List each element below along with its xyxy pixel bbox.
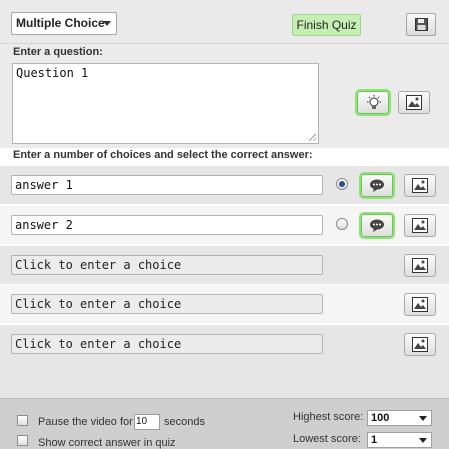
choice-row: Click to enter a choice [0,325,449,398]
lowest-score-label: Lowest score: [293,433,361,445]
speech-bubble-icon [370,179,384,192]
choice-image-button[interactable] [404,293,436,316]
highest-score-value: 100 [371,412,390,424]
save-button[interactable] [406,13,436,36]
chevron-down-icon [419,416,427,421]
question-textarea[interactable]: Question 1 [12,63,319,144]
pause-label: Pause the video for [38,416,133,428]
choice-image-button[interactable] [404,174,436,197]
seconds-label: seconds [164,416,205,428]
quiz-editor: Multiple Choice Finish Quiz Enter a ques… [0,0,449,449]
choice-input[interactable]: Click to enter a choice [11,294,323,314]
feedback-button[interactable] [361,174,393,197]
lowest-score-select[interactable]: 1 [367,432,432,448]
image-icon [412,337,428,352]
choice-image-button[interactable] [404,254,436,277]
question-type-value: Multiple Choice [16,16,105,30]
choice-image-button[interactable] [404,333,436,356]
highest-score-select[interactable]: 100 [367,410,432,426]
choice-image-button[interactable] [404,214,436,237]
choice-row: Click to enter a choice [0,246,449,284]
quiz-settings-footer: Pause the video for 10 seconds Show corr… [0,398,449,449]
correct-answer-radio[interactable] [336,178,348,190]
choice-input[interactable]: Click to enter a choice [11,255,323,275]
choice-row: answer 1 [0,166,449,204]
image-icon [406,95,422,110]
correct-answer-radio[interactable] [336,218,348,230]
lightbulb-icon [367,95,381,109]
choice-input[interactable]: answer 1 [11,175,323,195]
question-label: Enter a question: [13,46,103,58]
image-icon [412,218,428,233]
save-icon [415,18,428,31]
question-text: Question 1 [16,66,89,80]
lowest-score-value: 1 [371,434,378,446]
pause-seconds-input[interactable]: 10 [134,414,160,430]
hint-button[interactable] [357,91,389,114]
highest-score-label: Highest score: [293,411,364,423]
image-icon [412,178,428,193]
question-type-select[interactable]: Multiple Choice [11,12,117,35]
chevron-down-icon [103,21,111,26]
finish-quiz-button[interactable]: Finish Quiz [292,14,361,36]
question-section: Enter a question: Question 1 [0,44,449,148]
feedback-button[interactable] [361,214,393,237]
choice-input[interactable]: answer 2 [11,215,323,235]
speech-bubble-icon [370,219,384,232]
choice-row: answer 2 [0,206,449,244]
chevron-down-icon [419,438,427,443]
resize-grip-icon[interactable] [309,134,316,141]
show-answer-label: Show correct answer in quiz [38,437,176,449]
question-image-button[interactable] [398,91,430,114]
choice-input[interactable]: Click to enter a choice [11,334,323,354]
show-answer-checkbox[interactable] [17,435,28,446]
pause-video-checkbox[interactable] [17,415,28,426]
choice-row: Click to enter a choice [0,285,449,323]
choices-label: Enter a number of choices and select the… [13,149,313,161]
toolbar: Multiple Choice Finish Quiz [0,0,449,44]
image-icon [412,297,428,312]
image-icon [412,258,428,273]
